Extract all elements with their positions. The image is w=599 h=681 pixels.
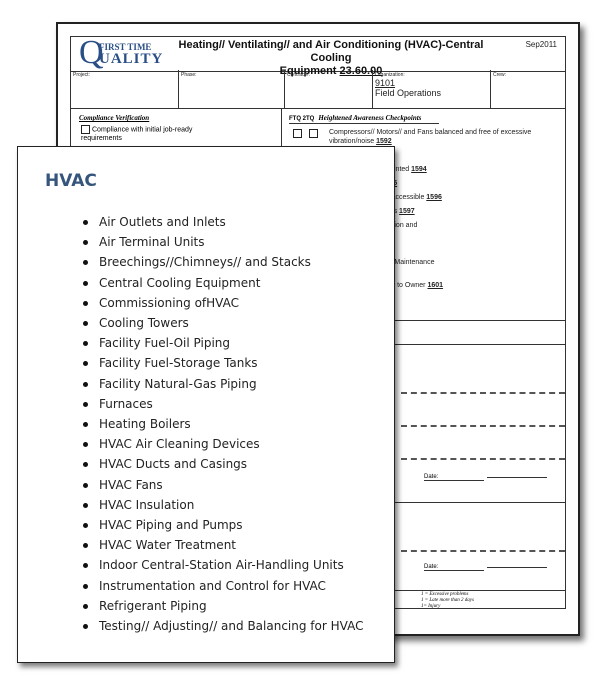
hvac-topic-list: Air Outlets and Inlets Air Terminal Unit… — [81, 212, 363, 636]
compliance-item[interactable]: Compliance with initial job-ready requir… — [81, 125, 231, 143]
checkpoints-heading: FTQ 2TQ Heightened Awareness Checkpoints — [289, 114, 439, 124]
organization-field[interactable]: Organization: 9101 Field Operations — [373, 70, 491, 108]
form-info-row: Project: Phase: Contract#: Organization:… — [70, 70, 566, 109]
phase-field[interactable]: Phase: — [179, 70, 285, 108]
list-item: Air Outlets and Inlets — [81, 212, 363, 232]
list-item: Instrumentation and Control for HVAC — [81, 576, 363, 596]
2tq-checkbox[interactable] — [309, 129, 318, 138]
list-item: Facility Natural-Gas Piping — [81, 374, 363, 394]
form-date: Sep2011 — [525, 40, 557, 49]
list-item: Heating Boilers — [81, 414, 363, 434]
list-item: Commissioning ofHVAC — [81, 293, 363, 313]
list-item: Refrigerant Piping — [81, 596, 363, 616]
list-item: HVAC Ducts and Casings — [81, 454, 363, 474]
crew-field[interactable]: Crew: — [491, 70, 565, 108]
list-item: Indoor Central-Station Air-Handling Unit… — [81, 555, 363, 575]
signature-line[interactable] — [401, 458, 565, 460]
list-item: Furnaces — [81, 394, 363, 414]
ftq-checkbox[interactable] — [293, 129, 302, 138]
project-field[interactable]: Project: — [71, 70, 179, 108]
form-header: Q FIRST TIME UALITY Heating// Ventilatin… — [70, 34, 566, 77]
list-item: Breechings//Chimneys// and Stacks — [81, 252, 363, 272]
list-item: Facility Fuel-Storage Tanks — [81, 353, 363, 373]
list-item: HVAC Fans — [81, 475, 363, 495]
list-item: HVAC Water Treatment — [81, 535, 363, 555]
checkbox[interactable] — [81, 125, 90, 134]
list-item: HVAC Piping and Pumps — [81, 515, 363, 535]
contract-field[interactable]: Contract#: — [285, 70, 373, 108]
first-time-quality-logo: Q FIRST TIME UALITY — [79, 34, 164, 71]
list-item: Air Terminal Units — [81, 232, 363, 252]
page-title: HVAC — [45, 171, 97, 191]
list-item: Facility Fuel-Oil Piping — [81, 333, 363, 353]
signature-line[interactable] — [401, 392, 565, 394]
legend: 1 = Excessive problems 1 = Late more tha… — [421, 592, 474, 609]
list-item: HVAC Insulation — [81, 495, 363, 515]
compliance-heading: Compliance Verification — [79, 114, 150, 122]
list-item: Testing// Adjusting// and Balancing for … — [81, 616, 363, 636]
signature-line[interactable] — [401, 425, 565, 427]
hvac-list-sheet: HVAC Air Outlets and Inlets Air Terminal… — [17, 146, 395, 663]
checkpoint-item: Compressors// Motors// and Fans balanced… — [293, 128, 563, 146]
list-item: Central Cooling Equipment — [81, 273, 363, 293]
list-item: HVAC Air Cleaning Devices — [81, 434, 363, 454]
date-field[interactable]: Date: — [421, 474, 547, 481]
date-field[interactable]: Date: — [421, 564, 547, 571]
signature-line[interactable] — [401, 550, 565, 552]
list-item: Cooling Towers — [81, 313, 363, 333]
